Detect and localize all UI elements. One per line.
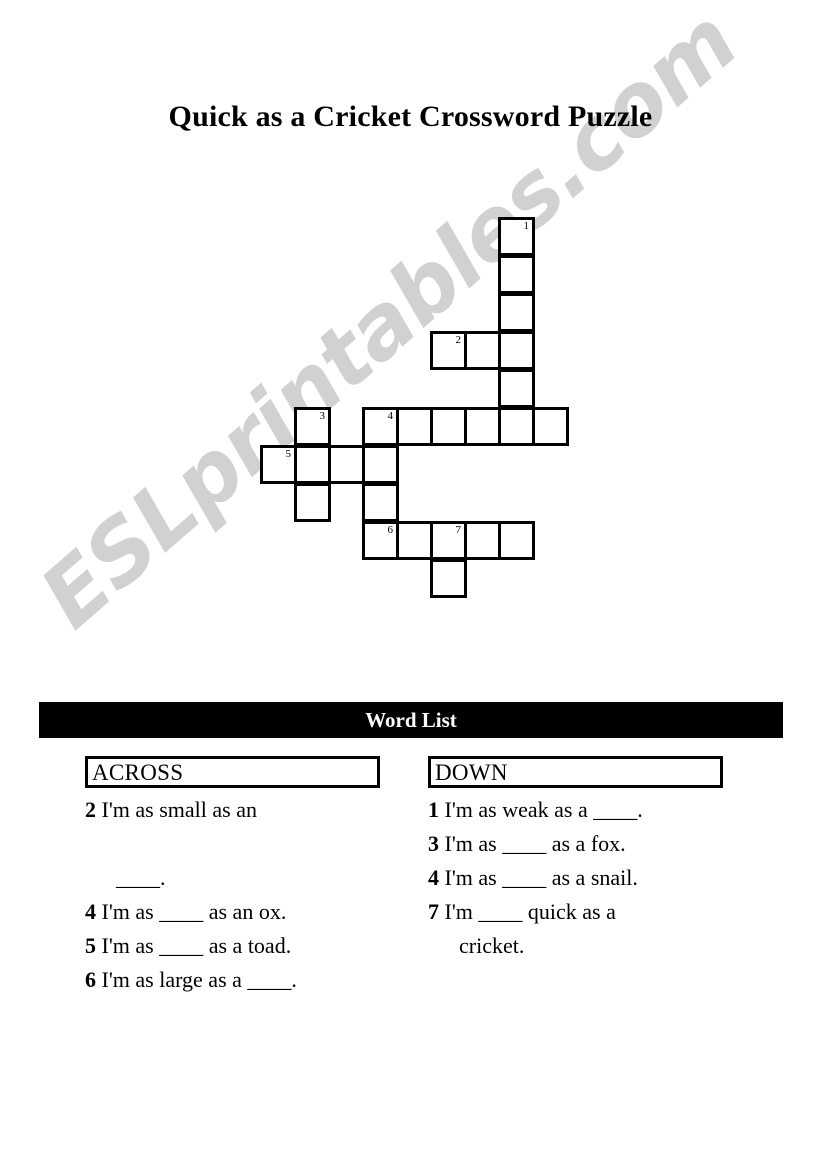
crossword-cell[interactable] xyxy=(396,407,433,446)
clue-number: 2 xyxy=(85,797,96,822)
crossword-cell[interactable] xyxy=(532,407,569,446)
clue-text: I'm ____ quick as a cricket. xyxy=(444,899,616,958)
clue-text: I'm as ____ as a snail. xyxy=(439,865,638,890)
crossword-cell[interactable] xyxy=(362,483,399,522)
clue-number: 7 xyxy=(428,899,439,924)
crossword-cell-numbered[interactable]: 7 xyxy=(430,521,467,560)
crossword-cell[interactable] xyxy=(498,369,535,408)
clue-text: I'm as ____ as an ox. xyxy=(96,899,287,924)
crossword-cell-numbered[interactable]: 5 xyxy=(260,445,297,484)
clue-item: 4 I'm as ____ as an ox. xyxy=(85,895,380,929)
crossword-cell-number: 4 xyxy=(387,410,394,422)
crossword-cell[interactable] xyxy=(498,255,535,294)
down-heading: DOWN xyxy=(428,756,723,788)
crossword-cell[interactable] xyxy=(328,445,365,484)
clue-item: 1 I'm as weak as a ____. xyxy=(428,793,723,827)
down-clue-list: 1 I'm as weak as a ____. 3 I'm as ____ as… xyxy=(428,793,723,963)
crossword-cell-numbered[interactable]: 2 xyxy=(430,331,467,370)
clue-text: I'm as ____ as a toad. xyxy=(96,933,292,958)
crossword-cell[interactable] xyxy=(498,407,535,446)
crossword-cell[interactable] xyxy=(294,445,331,484)
clue-text: I'm as weak as a ____. xyxy=(439,797,643,822)
crossword-cell-number: 7 xyxy=(455,524,462,536)
clue-number: 1 xyxy=(428,797,439,822)
clue-text: I'm as small as an ____. xyxy=(101,797,257,890)
crossword-cell-numbered[interactable]: 1 xyxy=(498,217,535,256)
across-section: ACROSS 2 I'm as small as an ____. 4 I'm a… xyxy=(85,756,380,997)
across-heading: ACROSS xyxy=(85,756,380,788)
crossword-cell[interactable] xyxy=(430,559,467,598)
clue-item: 2 I'm as small as an ____. xyxy=(85,793,380,895)
crossword-cell-numbered[interactable]: 4 xyxy=(362,407,399,446)
crossword-cell-number: 6 xyxy=(387,524,394,536)
crossword-cell[interactable] xyxy=(498,293,535,332)
crossword-cell[interactable] xyxy=(430,407,467,446)
crossword-cell-number: 1 xyxy=(523,220,530,232)
crossword-cell[interactable] xyxy=(362,445,399,484)
clue-text: I'm as large as a ____. xyxy=(96,967,297,992)
crossword-cell[interactable] xyxy=(464,521,501,560)
clue-number: 4 xyxy=(428,865,439,890)
crossword-cell-number: 2 xyxy=(455,334,462,346)
clue-item: 3 I'm as ____ as a fox. xyxy=(428,827,723,861)
crossword-cell-numbered[interactable]: 3 xyxy=(294,407,331,446)
clue-number: 5 xyxy=(85,933,96,958)
clue-item: 6 I'm as large as a ____. xyxy=(85,963,380,997)
crossword-cell[interactable] xyxy=(498,331,535,370)
clue-text: I'm as ____ as a fox. xyxy=(439,831,626,856)
crossword-cell-number: 5 xyxy=(285,448,292,460)
clue-number: 4 xyxy=(85,899,96,924)
across-clue-list: 2 I'm as small as an ____. 4 I'm as ____ … xyxy=(85,793,380,997)
crossword-cell[interactable] xyxy=(294,483,331,522)
clue-item: 7 I'm ____ quick as a cricket. xyxy=(428,895,723,963)
clue-item: 5 I'm as ____ as a toad. xyxy=(85,929,380,963)
word-list-banner: Word List xyxy=(39,702,783,738)
crossword-cell-number: 3 xyxy=(319,410,326,422)
clue-number: 6 xyxy=(85,967,96,992)
crossword-cell[interactable] xyxy=(396,521,433,560)
crossword-cell[interactable] xyxy=(498,521,535,560)
clue-number: 3 xyxy=(428,831,439,856)
clue-item: 4 I'm as ____ as a snail. xyxy=(428,861,723,895)
crossword-cell[interactable] xyxy=(464,331,501,370)
down-section: DOWN 1 I'm as weak as a ____. 3 I'm as __… xyxy=(428,756,723,963)
page-title: Quick as a Cricket Crossword Puzzle xyxy=(168,100,653,133)
crossword-cell[interactable] xyxy=(464,407,501,446)
crossword-cell-numbered[interactable]: 6 xyxy=(362,521,399,560)
